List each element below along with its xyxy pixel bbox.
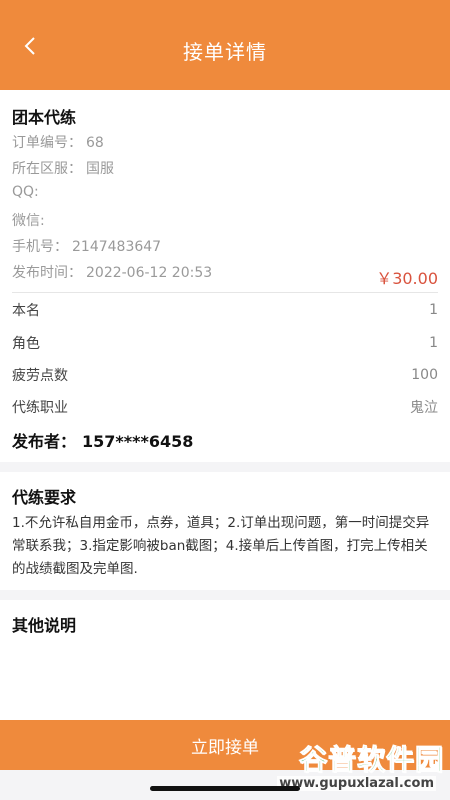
row-key: 本名	[12, 303, 40, 319]
home-indicator[interactable]	[150, 786, 300, 791]
publisher-label: 发布者：	[12, 432, 77, 451]
row-value: 100	[411, 367, 438, 383]
wechat-label: 微信:	[12, 213, 45, 229]
qq-line: QQ:	[12, 184, 43, 200]
detail-row: 本名 1	[12, 298, 438, 322]
row-value: 鬼泣	[410, 400, 438, 416]
order-price: ￥30.00	[376, 269, 438, 288]
order-title: 团本代练	[12, 108, 77, 127]
wechat-line: 微信:	[12, 210, 49, 230]
phone-value: 2147483647	[72, 239, 162, 255]
divider	[12, 292, 438, 293]
detail-row: 角色 1	[12, 331, 438, 355]
publish-time-line: 发布时间： 2022-06-12 20:53	[12, 262, 212, 282]
publisher-line: 发布者： 157****6458	[12, 428, 193, 452]
order-number-label: 订单编号：	[12, 135, 82, 151]
qq-label: QQ:	[12, 184, 39, 200]
row-key: 疲劳点数	[12, 368, 68, 384]
server-label: 所在区服：	[12, 161, 82, 177]
publish-time-label: 发布时间：	[12, 265, 82, 281]
other-notes-card: 其他说明	[0, 600, 450, 720]
phone-line: 手机号： 2147483647	[12, 236, 161, 256]
header-bar: 接单详情	[0, 0, 450, 90]
order-number-line: 订单编号： 68	[12, 132, 104, 152]
watermark-url: www.gupuxlazal.com	[277, 776, 436, 791]
publisher-value: 157****6458	[82, 432, 194, 451]
other-notes-title: 其他说明	[12, 616, 77, 635]
page-title: 接单详情	[183, 40, 267, 64]
row-value: 1	[429, 335, 438, 351]
detail-row: 疲劳点数 100	[12, 363, 438, 387]
row-key: 代练职业	[12, 400, 68, 416]
server-line: 所在区服： 国服	[12, 158, 114, 178]
order-number-value: 68	[86, 135, 104, 151]
requirements-card: 代练要求 1.不允许私自用金币，点券，道具；2.订单出现问题，第一时间提交异常联…	[0, 472, 450, 590]
phone-label: 手机号：	[12, 239, 68, 255]
order-card: 团本代练 订单编号： 68 所在区服： 国服 QQ: 微信: 手机号： 2147483…	[0, 90, 450, 462]
requirements-text: 1.不允许私自用金币，点券，道具；2.订单出现问题，第一时间提交异常联系我；3.…	[12, 515, 430, 577]
server-value: 国服	[86, 161, 114, 177]
row-key: 角色	[12, 336, 40, 352]
requirements-title: 代练要求	[12, 488, 77, 507]
watermark-logo: 谷普软件园	[298, 743, 444, 777]
publish-time-value: 2022-06-12 20:53	[86, 265, 213, 281]
row-value: 1	[429, 302, 438, 318]
detail-row: 代练职业 鬼泣	[12, 395, 438, 419]
